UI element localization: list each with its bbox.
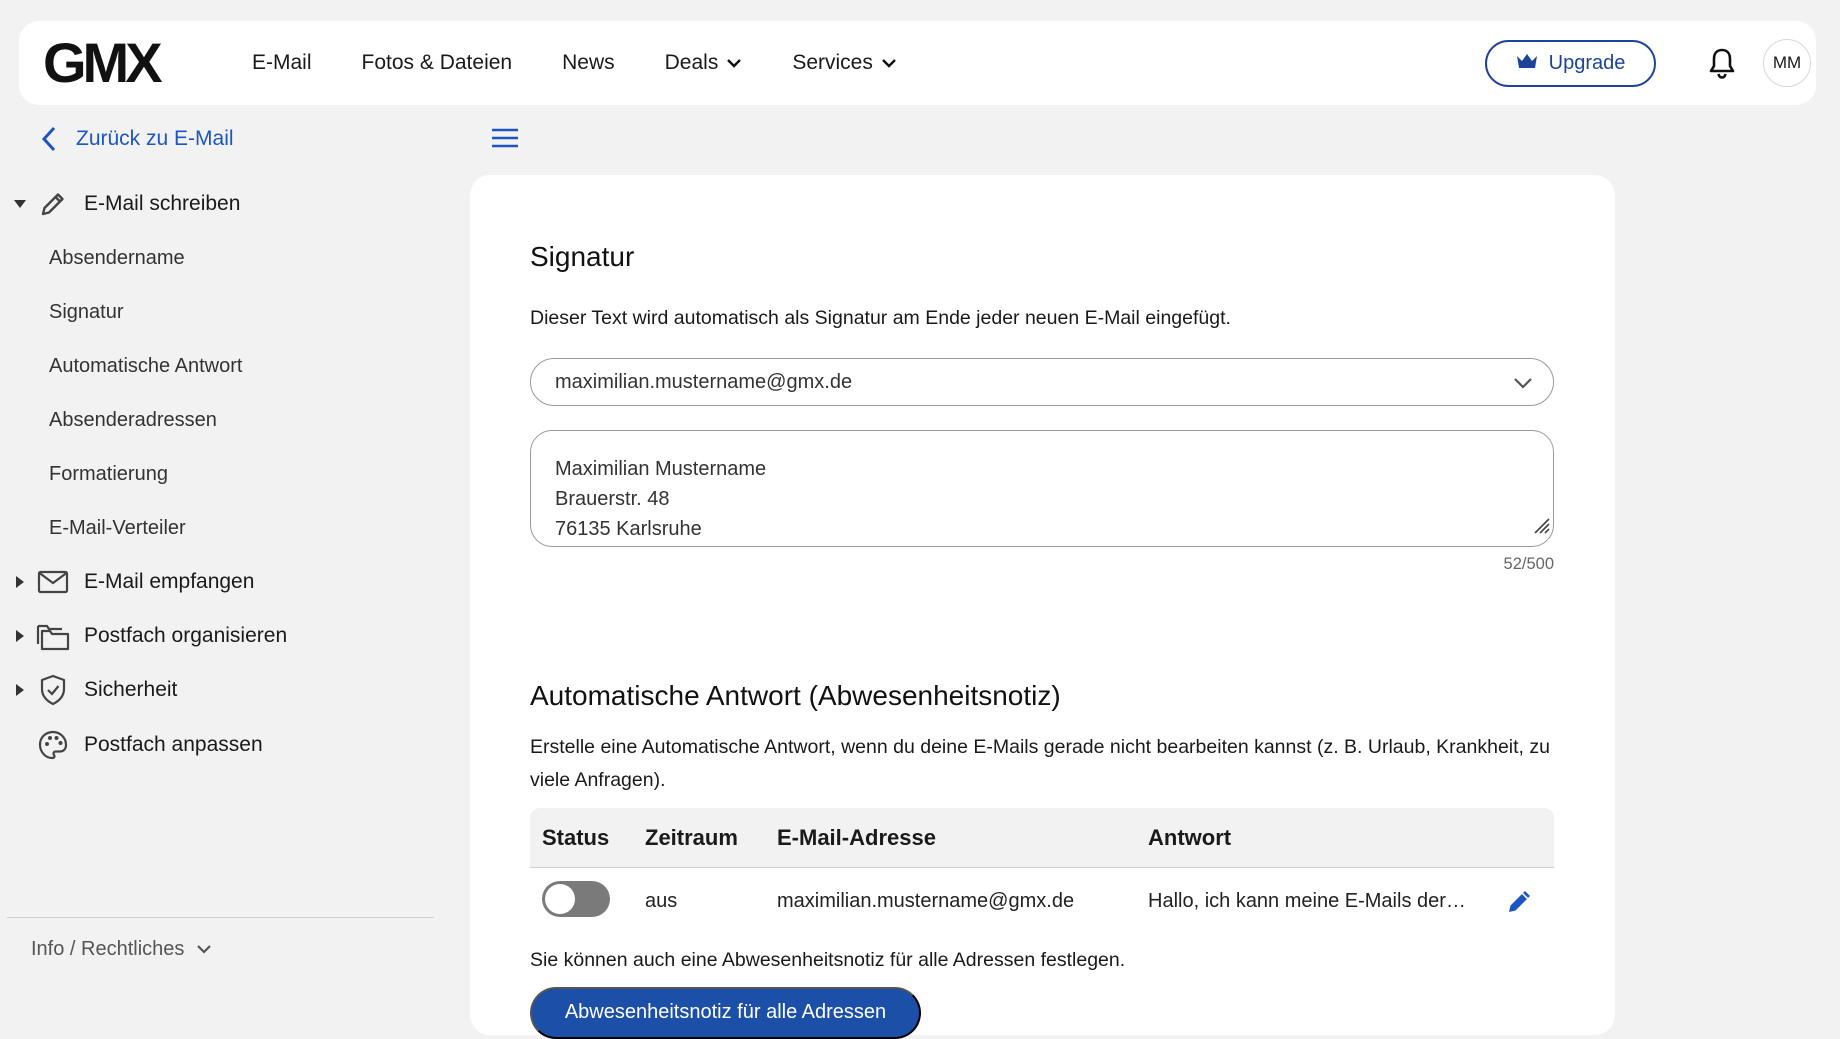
row-address: maximilian.mustername@gmx.de	[777, 889, 1075, 912]
gmx-logo[interactable]: GMX	[43, 35, 173, 91]
user-avatar[interactable]: MM	[1763, 39, 1811, 87]
row-reply: Hallo, ich kann meine E-Mails der…	[1148, 889, 1466, 912]
autoreply-all-hint: Sie können auch eine Abwesenheitsnotiz f…	[530, 949, 1126, 971]
nav-deals-label: Deals	[664, 51, 719, 74]
shield-icon	[36, 673, 70, 707]
caret-right-icon	[12, 630, 28, 642]
info-legal-label: Info / Rechtliches	[31, 937, 185, 960]
pencil-icon	[36, 187, 70, 221]
sidebar-item-label: E-Mail-Verteiler	[49, 516, 186, 539]
resize-grip-icon[interactable]	[1529, 513, 1551, 544]
sidebar-item-label: Absendername	[49, 246, 185, 269]
edit-pencil-icon[interactable]	[1505, 886, 1535, 916]
nav-deals[interactable]: Deals	[665, 51, 743, 75]
sidebar-group-label: Postfach organisieren	[84, 624, 288, 647]
autoreply-table-header: Status Zeitraum E-Mail-Adresse Antwort	[530, 808, 1554, 868]
crown-icon	[1516, 52, 1538, 76]
sidebar-item-automatische-antwort[interactable]: Automatische Antwort	[49, 350, 242, 382]
caret-down-icon	[12, 199, 28, 209]
column-header-address: E-Mail-Adresse	[777, 825, 936, 850]
nav-services-label: Services	[792, 51, 873, 74]
signature-address-value: maximilian.mustername@gmx.de	[555, 370, 853, 393]
column-header-period: Zeitraum	[645, 825, 738, 850]
nav-news-label: News	[562, 51, 615, 74]
column-header-status: Status	[542, 825, 610, 850]
svg-text:GMX: GMX	[43, 35, 162, 91]
sidebar-divider	[7, 917, 434, 918]
toggle-knob	[545, 884, 575, 914]
signature-description: Dieser Text wird automatisch als Signatu…	[530, 307, 1231, 329]
sidebar-group-label: E-Mail schreiben	[84, 192, 241, 215]
gmx-logo-wordmark: GMX	[43, 35, 166, 91]
top-navigation-bar: GMX E-Mail Fotos & Dateien News Deals Se…	[19, 21, 1816, 105]
nav-email-label: E-Mail	[252, 51, 312, 74]
notifications-bell-icon[interactable]	[1705, 46, 1739, 80]
nav-news[interactable]: News	[562, 51, 615, 75]
envelope-icon	[36, 565, 70, 599]
signature-line: 76135 Karlsruhe	[555, 518, 702, 540]
signature-section-title: Signatur	[530, 241, 635, 272]
table-row: aus maximilian.mustername@gmx.de Hallo, …	[530, 868, 1554, 934]
cta-label: Abwesenheitsnotiz für alle Adressen	[564, 1001, 887, 1023]
sidebar-item-label: Automatische Antwort	[49, 354, 243, 377]
signature-line: Brauerstr. 48	[555, 488, 670, 510]
autoreply-description: Erstelle eine Automatische Antwort, wenn…	[530, 736, 1550, 791]
signature-textarea[interactable]: Maximilian Mustername Brauerstr. 48 7613…	[530, 430, 1554, 547]
autoreply-status-toggle[interactable]	[542, 881, 610, 917]
sidebar-group-sicherheit[interactable]: Sicherheit	[12, 672, 177, 708]
sidebar-item-absendername[interactable]: Absendername	[49, 242, 185, 274]
info-legal-toggle[interactable]: Info / Rechtliches	[31, 934, 212, 964]
nav-email[interactable]: E-Mail	[252, 51, 312, 75]
sidebar-group-email-empfangen[interactable]: E-Mail empfangen	[12, 564, 254, 600]
upgrade-label: Upgrade	[1548, 52, 1626, 74]
folders-icon	[36, 619, 70, 653]
signature-line: Maximilian Mustername	[555, 458, 767, 480]
sidebar-item-signatur[interactable]: Signatur	[49, 296, 124, 328]
caret-right-icon	[12, 576, 28, 588]
sidebar-group-label: Postfach anpassen	[84, 733, 263, 756]
palette-icon	[36, 728, 70, 762]
nav-services[interactable]: Services	[792, 51, 897, 75]
sidebar-group-email-schreiben[interactable]: E-Mail schreiben	[12, 186, 240, 222]
chevron-down-icon	[196, 938, 212, 961]
sidebar-item-label: Absenderadressen	[49, 408, 217, 431]
main-nav: E-Mail Fotos & Dateien News Deals Servic…	[252, 21, 947, 105]
back-link-label: Zurück zu E-Mail	[76, 127, 234, 150]
settings-card: Signatur Dieser Text wird automatisch al…	[470, 175, 1615, 1039]
sidebar-group-postfach-anpassen[interactable]: Postfach anpassen	[12, 727, 263, 763]
signature-address-select[interactable]: maximilian.mustername@gmx.de	[530, 358, 1554, 406]
sidebar-group-label: Sicherheit	[84, 678, 178, 701]
sidebar-item-label: Formatierung	[49, 462, 168, 485]
nav-photos-files[interactable]: Fotos & Dateien	[362, 51, 513, 75]
caret-right-icon	[12, 684, 28, 696]
sidebar-item-email-verteiler[interactable]: E-Mail-Verteiler	[49, 512, 186, 544]
nav-photos-files-label: Fotos & Dateien	[361, 51, 513, 74]
sidebar-item-absenderadressen[interactable]: Absenderadressen	[49, 404, 217, 436]
row-period: aus	[645, 889, 678, 912]
avatar-initials: MM	[1772, 53, 1802, 72]
chevron-down-icon	[726, 51, 742, 75]
chevron-down-icon	[881, 51, 897, 75]
upgrade-button[interactable]: Upgrade	[1485, 40, 1656, 87]
set-autoreply-all-addresses-button[interactable]: Abwesenheitsnotiz für alle Adressen	[530, 987, 921, 1039]
menu-hamburger-icon[interactable]	[490, 126, 520, 150]
back-to-email-link[interactable]: Zurück zu E-Mail	[40, 122, 234, 156]
signature-char-counter: 52/500	[1503, 555, 1554, 573]
sidebar-item-label: Signatur	[49, 300, 124, 323]
autoreply-table: Status Zeitraum E-Mail-Adresse Antwort a…	[530, 808, 1554, 934]
sidebar-group-label: E-Mail empfangen	[84, 570, 255, 593]
chevron-left-icon	[41, 126, 56, 152]
sidebar-item-formatierung[interactable]: Formatierung	[49, 458, 168, 490]
sidebar-group-postfach-organisieren[interactable]: Postfach organisieren	[12, 618, 287, 654]
autoreply-section-title: Automatische Antwort (Abwesenheitsnotiz)	[530, 680, 1061, 711]
chevron-down-icon	[1513, 373, 1533, 396]
column-header-reply: Antwort	[1148, 825, 1232, 850]
